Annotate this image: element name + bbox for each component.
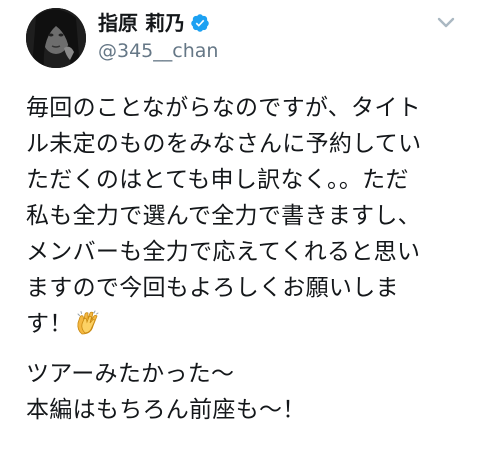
tweet-line-last: す！: [26, 306, 466, 342]
clapping-hands-icon: [77, 310, 99, 335]
tweet-line: ル未定のものをみなさんに予約してい: [26, 131, 422, 157]
tweet-card: 指原 莉乃 @345__chan 毎回のことながらなのですが、タイト ル未定のも…: [0, 0, 480, 454]
tweet-line: ただくのはとても申し訳なく。。ただ: [26, 167, 409, 193]
avatar[interactable]: [26, 8, 86, 68]
profile-photo-icon: [26, 8, 86, 68]
tweet-line: ツアーみたかった〜: [26, 361, 235, 387]
tweet-line: 本編はもちろん前座も〜！: [26, 397, 306, 423]
tweet-text: 毎回のことながらなのですが、タイト ル未定のものをみなさんに予約してい ただくの…: [26, 90, 466, 428]
tweet-header: 指原 莉乃 @345__chan: [26, 8, 466, 68]
name-row: 指原 莉乃: [98, 10, 418, 36]
verified-badge-icon: [191, 14, 209, 32]
tweet-line: メンバーも全力で応えてくれると思い: [26, 239, 421, 265]
user-handle[interactable]: @345__chan: [98, 38, 418, 64]
tweet-line-text: す！: [26, 311, 73, 337]
tweet-line: 私も全力で選んで全力で書きますし、: [26, 203, 421, 229]
display-name[interactable]: 指原 莉乃: [98, 10, 185, 36]
tweet-line: 毎回のことながらなのですが、タイト: [26, 95, 421, 121]
chevron-down-icon[interactable]: [434, 10, 458, 34]
user-info: 指原 莉乃 @345__chan: [98, 10, 418, 64]
tweet-line: ますので今回もよろしくお願いしま: [26, 275, 399, 301]
